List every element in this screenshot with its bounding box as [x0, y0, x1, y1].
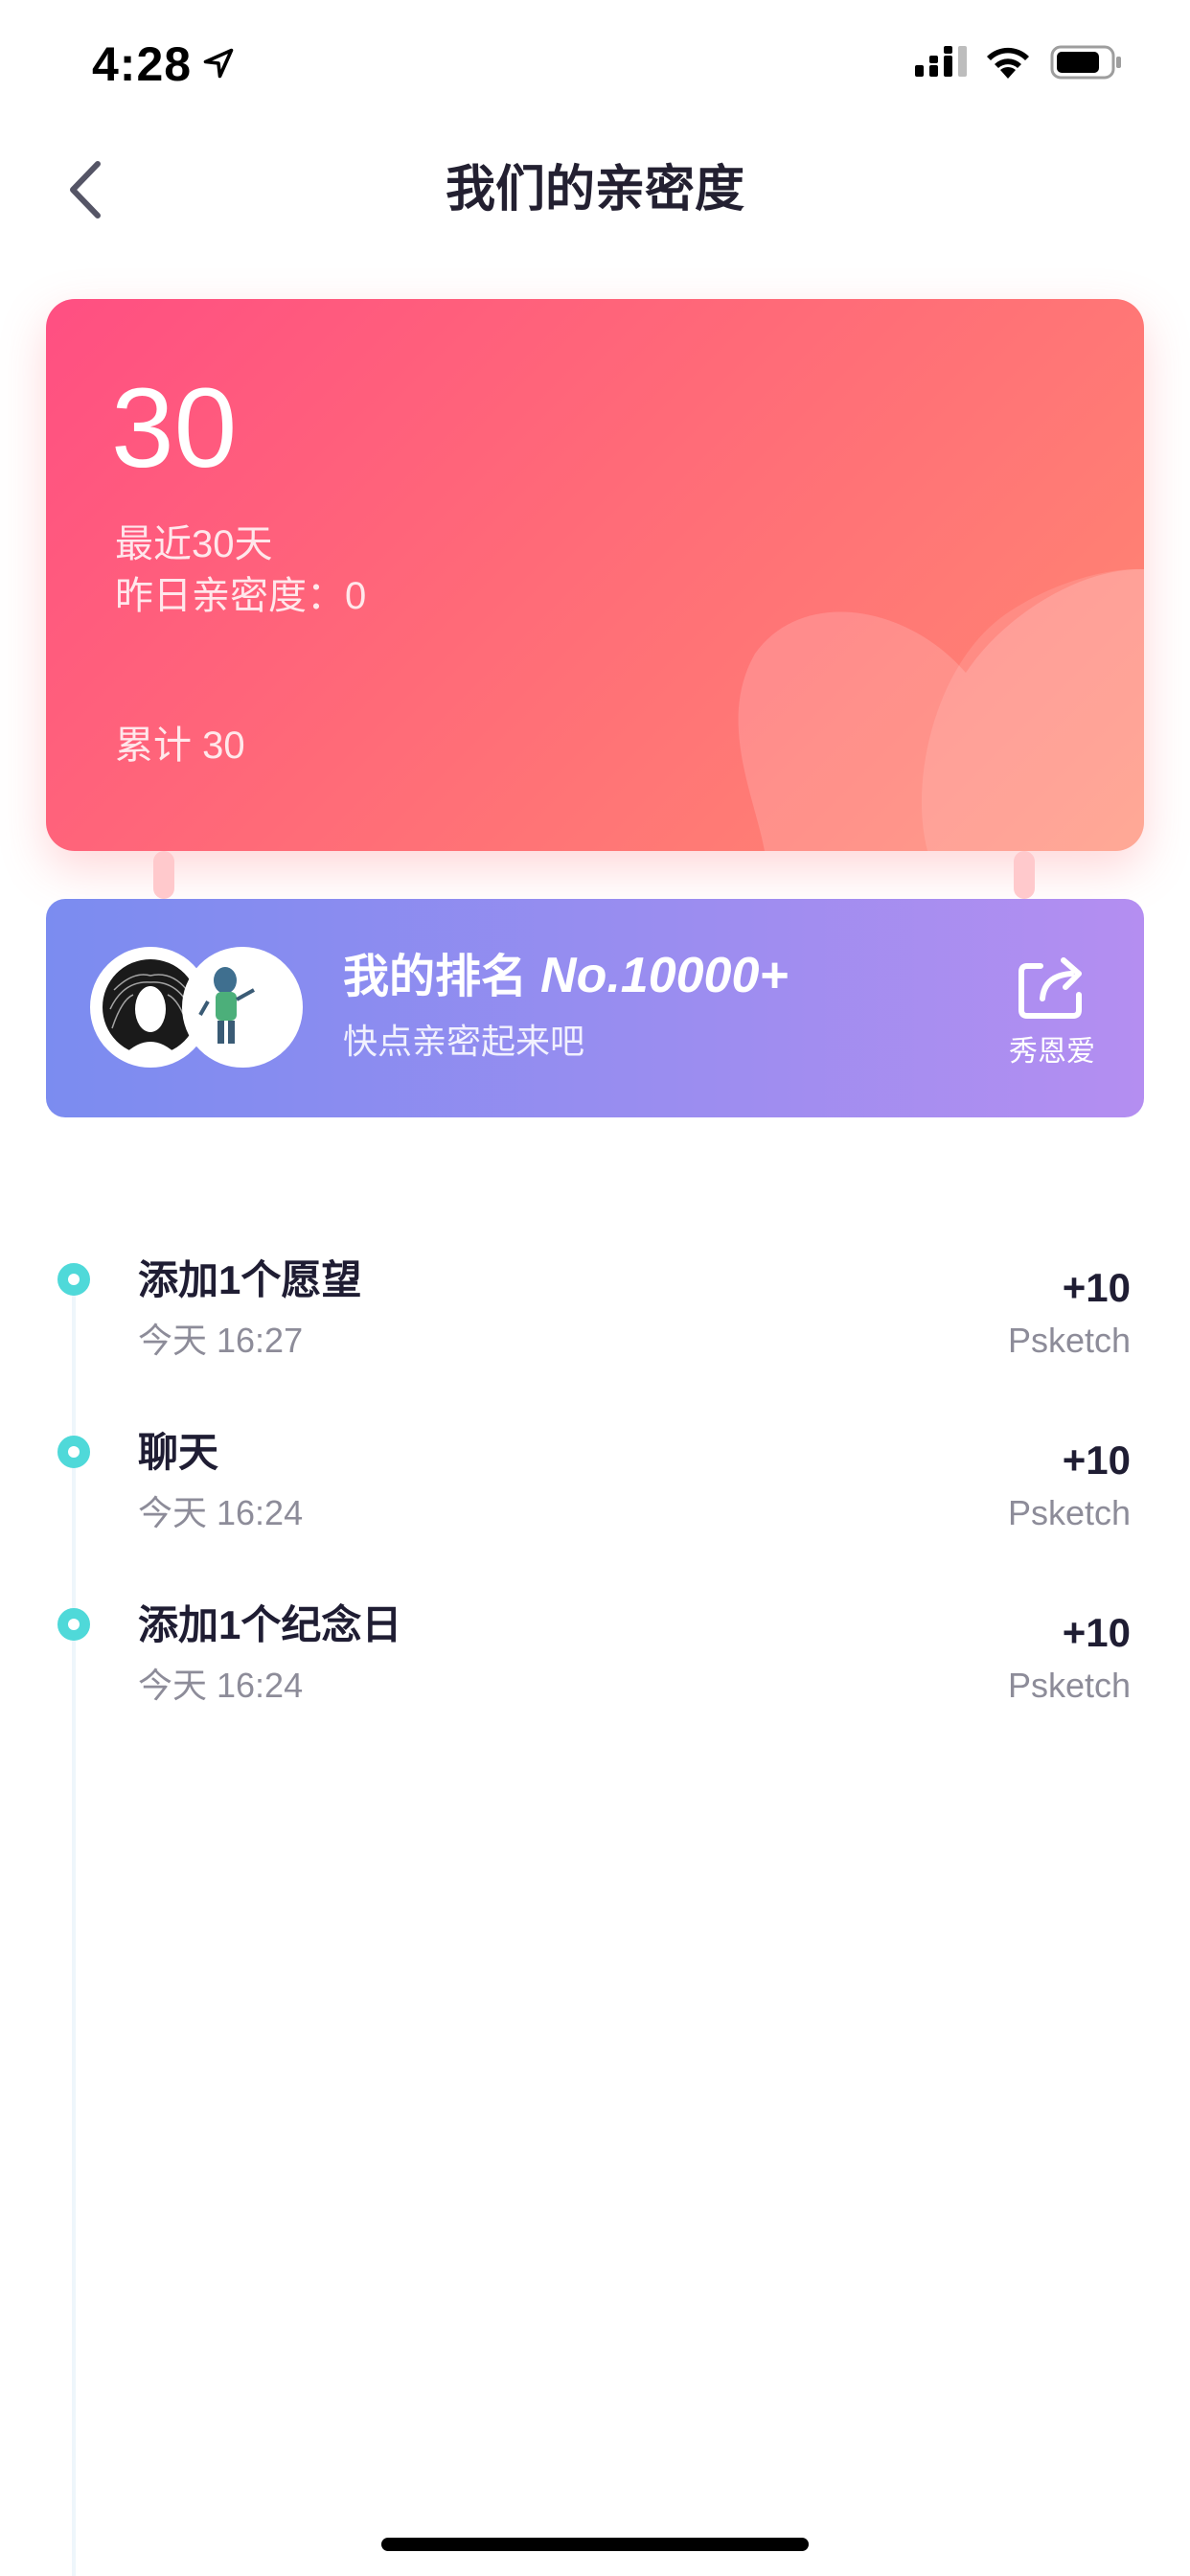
ranking-banner[interactable]: 我的排名 No.10000+ 快点亲密起来吧 秀恩爱 [46, 899, 1144, 1117]
intimacy-score: 30 [111, 365, 238, 492]
ranking-label: 我的排名 [343, 952, 528, 1002]
timeline-item-title: 添加1个纪念日 [138, 1602, 402, 1647]
avatar-character-image [187, 952, 298, 1063]
yesterday-intimacy: 昨日亲密度：0 [115, 575, 367, 617]
intimacy-score-card: 30 最近30天 昨日亲密度：0 累计 30 [46, 299, 1144, 851]
timeline-item-title: 添加1个愿望 [138, 1257, 362, 1302]
timeline-item-user: Psketch [1007, 1493, 1131, 1532]
timeline-dot-icon [57, 1263, 90, 1296]
status-time: 4:28 [92, 37, 193, 91]
page-title: 我们的亲密度 [445, 162, 744, 218]
timeline-item-points: +10 [1062, 1438, 1131, 1483]
timeline-item-points: +10 [1062, 1265, 1131, 1310]
wifi-icon [987, 47, 1029, 79]
timeline-item-time: 今天 16:24 [138, 1493, 304, 1532]
share-icon [1018, 957, 1082, 1019]
cellular-signal-icon [915, 46, 967, 77]
timeline-item-time: 今天 16:24 [138, 1666, 304, 1705]
timeline-item-time: 今天 16:27 [138, 1321, 304, 1360]
status-bar: 4:28 [0, 0, 1190, 125]
total-intimacy: 累计 30 [115, 724, 245, 767]
share-button[interactable]: 秀恩爱 [995, 947, 1110, 1081]
timeline-item-title: 聊天 [138, 1430, 219, 1475]
timeline-item-points: +10 [1062, 1610, 1131, 1655]
battery-icon [1050, 45, 1121, 80]
timeline-dot-icon [57, 1436, 90, 1468]
timeline-item: 添加1个纪念日 今天 16:24 +10 Psketch [0, 1598, 1190, 1742]
timeline-item-user: Psketch [1007, 1666, 1131, 1705]
timeline-item: 添加1个愿望 今天 16:27 +10 Psketch [0, 1254, 1190, 1397]
avatar-right[interactable] [182, 947, 303, 1068]
location-arrow-icon [203, 48, 234, 79]
ranking-number: No.10000+ [540, 948, 789, 1003]
timeline-item-user: Psketch [1007, 1321, 1131, 1360]
period-label: 最近30天 [115, 523, 273, 565]
timeline-dot-icon [57, 1608, 90, 1641]
connector-peg-left [153, 851, 174, 899]
ranking-subtitle: 快点亲密起来吧 [343, 1022, 585, 1061]
home-indicator[interactable] [381, 2538, 809, 2551]
ranking-title: 我的排名 No.10000+ [343, 947, 789, 1006]
share-label: 秀恩爱 [1009, 1036, 1095, 1068]
connector-peg-right [1014, 851, 1035, 899]
timeline-item: 聊天 今天 16:24 +10 Psketch [0, 1426, 1190, 1570]
